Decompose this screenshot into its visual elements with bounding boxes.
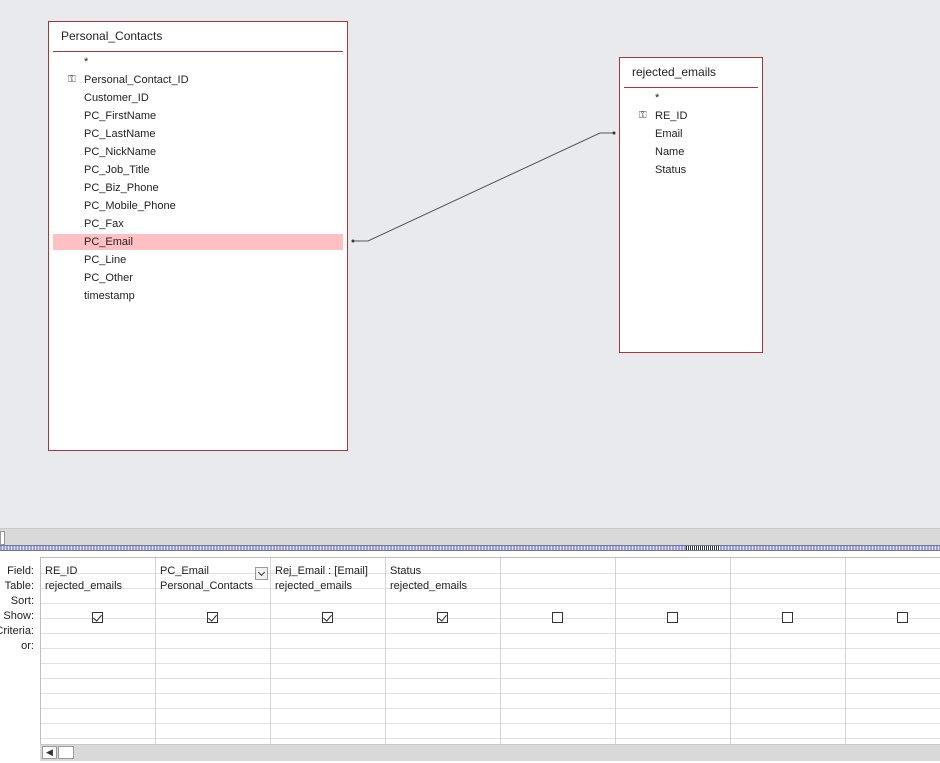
grid-horizontal-scrollbar[interactable]: ◀ xyxy=(40,744,940,761)
scrollbar-thumb[interactable] xyxy=(0,531,5,545)
field-cell[interactable] xyxy=(620,564,728,579)
row-label-table: Table: xyxy=(4,580,34,592)
show-checkbox[interactable] xyxy=(552,612,563,623)
show-checkbox[interactable] xyxy=(897,612,908,623)
grid-column[interactable] xyxy=(846,558,940,748)
table-cell[interactable]: Personal_Contacts xyxy=(160,579,268,594)
table-cell[interactable]: rejected_emails xyxy=(275,579,383,594)
show-checkbox[interactable] xyxy=(207,612,218,623)
grid-column[interactable] xyxy=(501,558,616,748)
table-cell[interactable] xyxy=(850,579,940,594)
field-cell[interactable] xyxy=(505,564,613,579)
table-cell[interactable] xyxy=(620,579,728,594)
show-checkbox[interactable] xyxy=(782,612,793,623)
scroll-left-icon[interactable]: ◀ xyxy=(42,746,57,759)
row-label-criteria: Criteria: xyxy=(0,625,34,637)
grid-column[interactable]: Rej_Email : [Email] rejected_emails xyxy=(271,558,386,748)
row-label-field: Field: xyxy=(7,565,34,577)
canvas-horizontal-scrollbar[interactable] xyxy=(0,528,940,545)
field-cell[interactable]: RE_ID xyxy=(45,564,153,579)
row-label-show: Show: xyxy=(3,610,34,622)
table-cell[interactable]: rejected_emails xyxy=(390,579,498,594)
row-label-or: or: xyxy=(21,640,34,652)
grid-column[interactable] xyxy=(731,558,846,748)
table-cell[interactable] xyxy=(505,579,613,594)
grid-columns: RE_ID rejected_emails PC_Email Personal_Con… xyxy=(40,557,940,749)
grid-column[interactable]: RE_ID rejected_emails xyxy=(41,558,156,748)
show-checkbox[interactable] xyxy=(92,612,103,623)
show-checkbox[interactable] xyxy=(322,612,333,623)
grid-column[interactable] xyxy=(616,558,731,748)
grid-column[interactable]: Status rejected_emails xyxy=(386,558,501,748)
show-checkbox[interactable] xyxy=(437,612,448,623)
row-label-sort: Sort: xyxy=(10,595,34,607)
field-cell[interactable]: Rej_Email : [Email] xyxy=(275,564,383,579)
splitter-grip[interactable] xyxy=(686,546,720,550)
relationship-join-line[interactable] xyxy=(0,0,940,528)
query-design-grid: Field: Table: Sort: Show: Criteria: or: … xyxy=(0,551,940,763)
grid-row-labels: Field: Table: Sort: Show: Criteria: or: xyxy=(0,551,40,763)
field-cell[interactable] xyxy=(735,564,843,579)
show-checkbox[interactable] xyxy=(667,612,678,623)
scrollbar-thumb[interactable] xyxy=(58,746,74,759)
grid-column[interactable]: PC_Email Personal_Contacts xyxy=(156,558,271,748)
table-cell[interactable]: rejected_emails xyxy=(45,579,153,594)
query-design-canvas[interactable]: Personal_Contacts * ⚿ Personal_Contact_ID C… xyxy=(0,0,940,528)
table-cell[interactable] xyxy=(735,579,843,594)
field-cell[interactable]: PC_Email xyxy=(160,564,268,579)
field-cell[interactable]: Status xyxy=(390,564,498,579)
field-cell[interactable] xyxy=(850,564,940,579)
